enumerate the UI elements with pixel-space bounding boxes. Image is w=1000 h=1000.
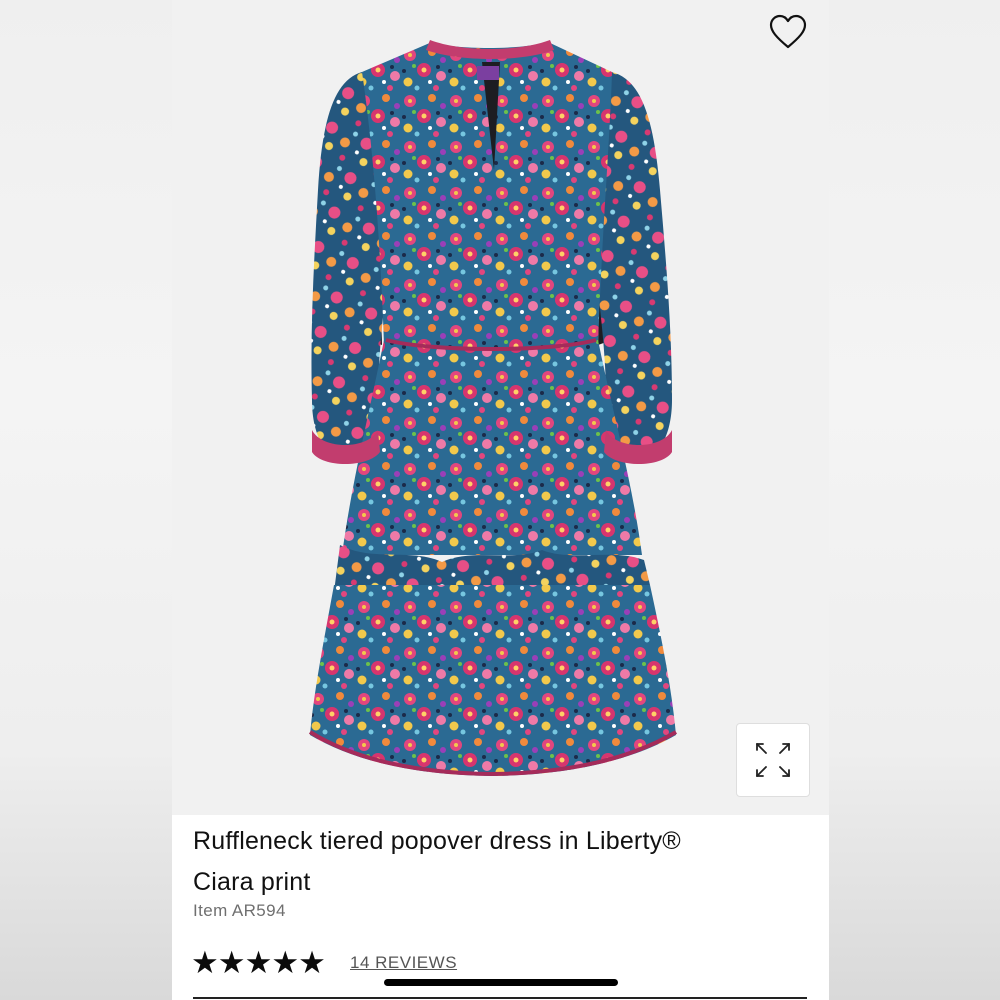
product-title: Ruffleneck tiered popover dress in Liber… (193, 821, 793, 903)
reviews-link[interactable]: 14 REVIEWS (350, 953, 457, 973)
divider (193, 997, 807, 999)
right-background-blur (828, 0, 1000, 1000)
expand-image-button[interactable] (736, 723, 810, 797)
wishlist-heart-icon[interactable] (768, 14, 808, 50)
product-info: Ruffleneck tiered popover dress in Liber… (172, 815, 829, 1000)
product-title-line2: Ciara print (193, 868, 311, 896)
rating-stars: ★★★★★ (191, 945, 326, 980)
expand-arrows-icon (756, 743, 790, 777)
product-image[interactable] (172, 0, 829, 815)
product-title-line1: Ruffleneck tiered popover dress in Liber… (193, 827, 681, 855)
dress-illustration (308, 40, 678, 777)
left-background-blur (0, 0, 172, 1000)
product-screen: Ruffleneck tiered popover dress in Liber… (172, 0, 829, 1000)
home-indicator[interactable] (384, 979, 618, 986)
item-number: Item AR594 (193, 901, 286, 920)
